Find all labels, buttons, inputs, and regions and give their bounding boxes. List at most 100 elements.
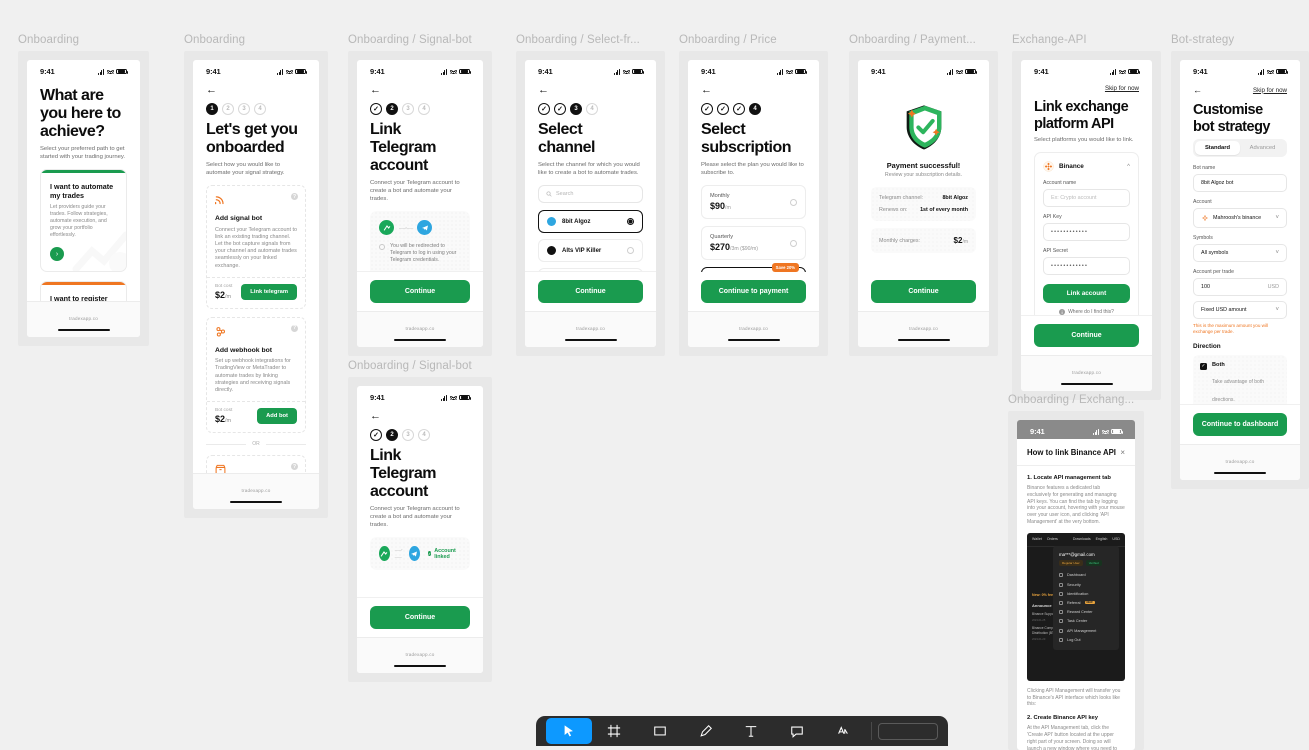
step-3[interactable]: 3 [402, 429, 414, 441]
frame-group-payment[interactable]: Onboarding / Payment... 9:41 Payment suc… [849, 34, 998, 356]
step-1[interactable]: ✓ [538, 103, 550, 115]
chevron-down-icon[interactable]: ˅ [1275, 250, 1279, 256]
exchange-card-binance[interactable]: Binance ^ Account name Ex: Crypto accoun… [1034, 152, 1139, 315]
step-2[interactable]: 2 [386, 103, 398, 115]
frame-group-signal-bot-2[interactable]: Onboarding / Signal-bot 9:41 ← ✓ 2 3 4 L… [348, 360, 492, 682]
tab-advanced[interactable]: Advanced [1240, 141, 1285, 155]
rectangle-tool[interactable] [637, 718, 683, 744]
frame-group-exchange-modal[interactable]: Onboarding / Exchang... 9:41 How to link… [1008, 394, 1144, 750]
actions-tool[interactable] [820, 718, 866, 744]
amount-input[interactable]: 100 USD [1193, 278, 1287, 296]
frame-title[interactable]: Onboarding / Select-fr... [516, 34, 665, 46]
card-signal-bot[interactable]: ? Add signal bot Connect your Telegram a… [206, 185, 306, 309]
symbols-select[interactable]: All symbols ˅ [1193, 244, 1287, 262]
frame-title[interactable]: Onboarding [184, 34, 328, 46]
plan-radio[interactable] [790, 239, 797, 247]
figma-toolbar[interactable] [536, 716, 948, 746]
toolbar-pill[interactable] [878, 722, 939, 740]
plan-monthly[interactable]: Monthly $90/m [701, 185, 806, 219]
step-1[interactable]: ✓ [370, 429, 382, 441]
channel-row-alts-vip-killer[interactable]: Alts VIP Killer [538, 239, 643, 262]
close-icon[interactable]: × [1120, 448, 1125, 457]
comment-tool[interactable] [774, 718, 820, 744]
link-account-button[interactable]: Link account [1043, 284, 1130, 303]
step-4[interactable]: 4 [749, 103, 761, 115]
continue-button[interactable]: Continue [871, 280, 976, 303]
link-telegram-button[interactable]: Link telegram [241, 283, 297, 300]
frame-title[interactable]: Onboarding / Exchang... [1008, 394, 1144, 406]
account-name-input[interactable]: Ex: Crypto account [1043, 189, 1130, 207]
help-icon[interactable]: ? [291, 463, 298, 471]
plan-quarterly[interactable]: Quarterly $270/3m ($90/m) [701, 226, 806, 260]
add-bot-button[interactable]: Add bot [257, 408, 297, 425]
mode-tabs[interactable]: Standard Advanced [1193, 139, 1287, 157]
frame-group-onboarding-1[interactable]: Onboarding 9:41 What are you here to ach… [18, 34, 149, 346]
card-marketplace[interactable]: ? Choose from marketplace Explore our ma… [206, 455, 306, 473]
checkbox-both[interactable]: ✓ [1200, 362, 1207, 370]
search-input[interactable]: Search [538, 185, 643, 203]
back-arrow-icon[interactable]: ← [370, 85, 381, 96]
frame-group-bot-strategy[interactable]: Bot-strategy 9:41 ← Skip for now Customi… [1171, 34, 1309, 489]
help-icon[interactable]: ? [291, 324, 298, 332]
back-arrow-icon[interactable]: ← [206, 85, 217, 96]
plan-annually[interactable]: Save 20% Annually $864/y ($72/m) [701, 263, 806, 272]
frame-title[interactable]: Onboarding / Signal-bot [348, 360, 492, 372]
channel-radio[interactable] [627, 218, 634, 225]
chevron-down-icon[interactable]: ˅ [1275, 307, 1279, 313]
continue-to-payment-button[interactable]: Continue to payment [701, 280, 806, 303]
card-webhook-bot[interactable]: ? Add webhook bot Set up webhook integra… [206, 316, 306, 434]
frame-title[interactable]: Onboarding / Price [679, 34, 828, 46]
option-arrow-button[interactable]: › [50, 247, 64, 261]
skip-for-now-link[interactable]: Skip for now [1253, 87, 1287, 94]
continue-button[interactable]: Continue [370, 280, 470, 303]
continue-button[interactable]: Continue [1034, 324, 1139, 347]
account-select[interactable]: Mahroosh's binance ˅ [1193, 208, 1287, 228]
help-icon[interactable]: ? [291, 193, 298, 200]
channel-row-8bit-algoz[interactable]: 8bit Algoz [538, 210, 643, 233]
step-2[interactable]: 2 [386, 429, 398, 441]
plan-radio[interactable] [790, 198, 797, 206]
api-secret-input[interactable]: •••••••••••• [1043, 257, 1130, 275]
step-4[interactable]: 4 [418, 429, 430, 441]
step-3[interactable]: 3 [402, 103, 414, 115]
frame-group-exchange-api[interactable]: Exchange-API 9:41 Skip for now Link exch… [1012, 34, 1161, 400]
step-2[interactable]: 2 [222, 103, 234, 115]
frame-title[interactable]: Onboarding [18, 34, 149, 46]
step-4[interactable]: 4 [418, 103, 430, 115]
frame-title[interactable]: Exchange-API [1012, 34, 1161, 46]
step-3[interactable]: ✓ [733, 103, 745, 115]
option-card-automate[interactable]: I want to automate my trades Let provide… [40, 169, 127, 272]
chevron-up-icon[interactable]: ^ [1127, 164, 1130, 170]
frame-title[interactable]: Onboarding / Signal-bot [348, 34, 492, 46]
frame-group-price[interactable]: Onboarding / Price 9:41 ← ✓ ✓ ✓ 4 Select… [679, 34, 828, 356]
continue-to-dashboard-button[interactable]: Continue to dashboard [1193, 413, 1287, 436]
bot-name-input[interactable]: 8bit Algoz bot [1193, 174, 1287, 192]
continue-button[interactable]: Continue [538, 280, 643, 303]
continue-button[interactable]: Continue [370, 606, 470, 629]
pen-tool[interactable] [683, 718, 729, 744]
step-4[interactable]: 4 [254, 103, 266, 115]
frame-tool[interactable] [592, 718, 638, 744]
exchange-header[interactable]: Binance ^ [1043, 161, 1130, 172]
frame-title[interactable]: Bot-strategy [1171, 34, 1309, 46]
step-2[interactable]: ✓ [717, 103, 729, 115]
step-3[interactable]: 3 [570, 103, 582, 115]
step-1[interactable]: ✓ [370, 103, 382, 115]
back-arrow-icon[interactable]: ← [1193, 85, 1202, 95]
api-key-input[interactable]: •••••••••••• [1043, 223, 1130, 241]
tab-standard[interactable]: Standard [1195, 141, 1240, 155]
chevron-down-icon[interactable]: ˅ [1275, 215, 1279, 221]
step-1[interactable]: 1 [206, 103, 218, 115]
back-arrow-icon[interactable]: ← [538, 85, 549, 96]
back-arrow-icon[interactable]: ← [701, 85, 712, 96]
step-1[interactable]: ✓ [701, 103, 713, 115]
frame-group-onboarding-2[interactable]: Onboarding 9:41 ← 1 2 3 4 Let's get you … [184, 34, 328, 518]
amount-type-select[interactable]: Fixed USD amount ˅ [1193, 301, 1287, 319]
text-tool[interactable] [729, 718, 775, 744]
step-2[interactable]: ✓ [554, 103, 566, 115]
move-tool[interactable] [546, 718, 592, 744]
step-3[interactable]: 3 [238, 103, 250, 115]
frame-title[interactable]: Onboarding / Payment... [849, 34, 998, 46]
frame-group-signal-bot-1[interactable]: Onboarding / Signal-bot 9:41 ← ✓ 2 3 4 L… [348, 34, 492, 356]
skip-for-now-link[interactable]: Skip for now [1105, 85, 1139, 92]
